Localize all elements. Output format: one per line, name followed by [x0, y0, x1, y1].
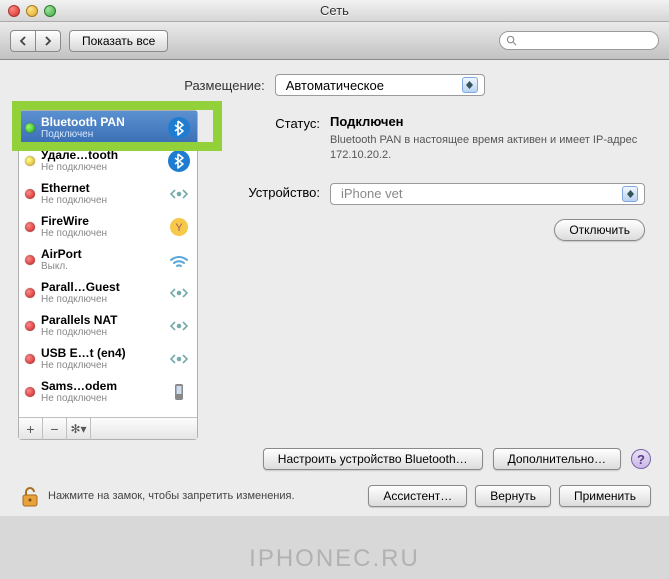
service-name: Sams…odem [41, 379, 161, 393]
chevron-left-icon [18, 36, 28, 46]
status-description: Bluetooth PAN в настоящее время активен … [330, 133, 645, 163]
eth-icon [167, 281, 191, 305]
device-value: iPhone vet [341, 186, 402, 201]
service-status: Выкл. [41, 261, 161, 272]
status-label: Статус: [218, 114, 330, 163]
service-name: Удале…tooth [41, 148, 161, 162]
sidebar-wrap: Bluetooth PANПодключенУдале…toothНе подк… [18, 110, 198, 440]
bluetooth-icon [167, 149, 191, 173]
sidebar-item-7[interactable]: USB E…t (en4)Не подключен [19, 342, 197, 375]
wifi-icon [167, 248, 191, 272]
eth-icon [167, 314, 191, 338]
sidebar-item-3[interactable]: FireWireНе подключен Y [19, 210, 197, 243]
service-status: Не подключен [41, 195, 161, 206]
status-dot-icon [25, 255, 35, 265]
service-status: Не подключен [41, 294, 161, 305]
detail-pane: Статус: Подключен Bluetooth PAN в настоя… [212, 110, 651, 440]
location-row: Размещение: Автоматическое [18, 74, 651, 96]
chevron-updown-icon [462, 77, 478, 93]
service-name: AirPort [41, 247, 161, 261]
status-dot-icon [25, 222, 35, 232]
below-buttons: Настроить устройство Bluetooth… Дополнит… [18, 448, 651, 470]
service-name: USB E…t (en4) [41, 346, 161, 360]
assistant-button[interactable]: Ассистент… [368, 485, 467, 507]
configure-bluetooth-button[interactable]: Настроить устройство Bluetooth… [263, 448, 483, 470]
sidebar-item-5[interactable]: Parall…GuestНе подключен [19, 276, 197, 309]
service-status: Не подключен [41, 393, 161, 404]
service-status: Не подключен [41, 228, 161, 239]
device-label: Устройство: [218, 183, 330, 241]
service-status: Не подключен [41, 360, 161, 371]
service-list[interactable]: Bluetooth PANПодключенУдале…toothНе подк… [19, 111, 197, 417]
status-dot-icon [25, 189, 35, 199]
svg-text:Y: Y [175, 222, 183, 234]
sidebar-item-8[interactable]: Sams…odemНе подключен [19, 375, 197, 408]
location-label: Размещение: [184, 78, 265, 93]
sidebar-footer: + − ✻▾ [19, 417, 197, 439]
service-name: Ethernet [41, 181, 161, 195]
service-name: Parallels NAT [41, 313, 161, 327]
lock-open-icon[interactable] [18, 484, 42, 508]
service-status: Не подключен [41, 162, 161, 173]
toolbar: Показать все [0, 22, 669, 60]
status-dot-icon [25, 387, 35, 397]
chevron-updown-icon [622, 186, 638, 202]
service-status: Не подключен [41, 327, 161, 338]
lock-text: Нажмите на замок, чтобы запретить измене… [48, 490, 295, 502]
sidebar-item-2[interactable]: EthernetНе подключен [19, 177, 197, 210]
disconnect-button[interactable]: Отключить [554, 219, 645, 241]
back-button[interactable] [10, 30, 36, 52]
location-value: Автоматическое [286, 78, 384, 93]
watermark: IPHONEC.RU [0, 545, 669, 573]
bluetooth-icon [167, 116, 191, 140]
titlebar: Сеть [0, 0, 669, 22]
device-popup[interactable]: iPhone vet [330, 183, 645, 205]
forward-button[interactable] [35, 30, 61, 52]
apply-button[interactable]: Применить [559, 485, 651, 507]
sidebar-item-4[interactable]: AirPortВыкл. [19, 243, 197, 276]
add-service-button[interactable]: + [19, 418, 43, 440]
chevron-right-icon [43, 36, 53, 46]
status-dot-icon [25, 321, 35, 331]
service-gear-button[interactable]: ✻▾ [67, 418, 91, 440]
eth-icon [167, 182, 191, 206]
status-dot-icon [25, 123, 35, 133]
search-icon [506, 35, 517, 46]
eth-icon [167, 347, 191, 371]
sidebar-item-0[interactable]: Bluetooth PANПодключен [19, 111, 197, 144]
network-prefs-window: Сеть Показать все Размещение: Автоматиче… [0, 0, 669, 516]
help-button[interactable]: ? [631, 449, 651, 469]
service-status: Подключен [41, 129, 161, 140]
status-value: Подключен [330, 114, 645, 129]
service-name: Bluetooth PAN [41, 115, 161, 129]
lockbar: Нажмите на замок, чтобы запретить измене… [18, 484, 651, 508]
revert-button[interactable]: Вернуть [475, 485, 551, 507]
phone-icon [167, 380, 191, 404]
remove-service-button[interactable]: − [43, 418, 67, 440]
service-sidebar: Bluetooth PANПодключенУдале…toothНе подк… [18, 110, 198, 440]
sidebar-item-6[interactable]: Parallels NATНе подключен [19, 309, 197, 342]
status-dot-icon [25, 156, 35, 166]
service-name: FireWire [41, 214, 161, 228]
search-input[interactable] [499, 31, 659, 50]
gear-icon: ✻▾ [70, 422, 86, 436]
show-all-button[interactable]: Показать все [69, 30, 168, 52]
firewire-icon: Y [167, 215, 191, 239]
sidebar-item-1[interactable]: Удале…toothНе подключен [19, 144, 197, 177]
nav-buttons [10, 30, 61, 52]
status-dot-icon [25, 288, 35, 298]
status-dot-icon [25, 354, 35, 364]
window-title: Сеть [0, 3, 669, 18]
content: Размещение: Автоматическое Bluetooth PAN… [0, 60, 669, 516]
service-name: Parall…Guest [41, 280, 161, 294]
location-popup[interactable]: Автоматическое [275, 74, 485, 96]
advanced-button[interactable]: Дополнительно… [493, 448, 621, 470]
